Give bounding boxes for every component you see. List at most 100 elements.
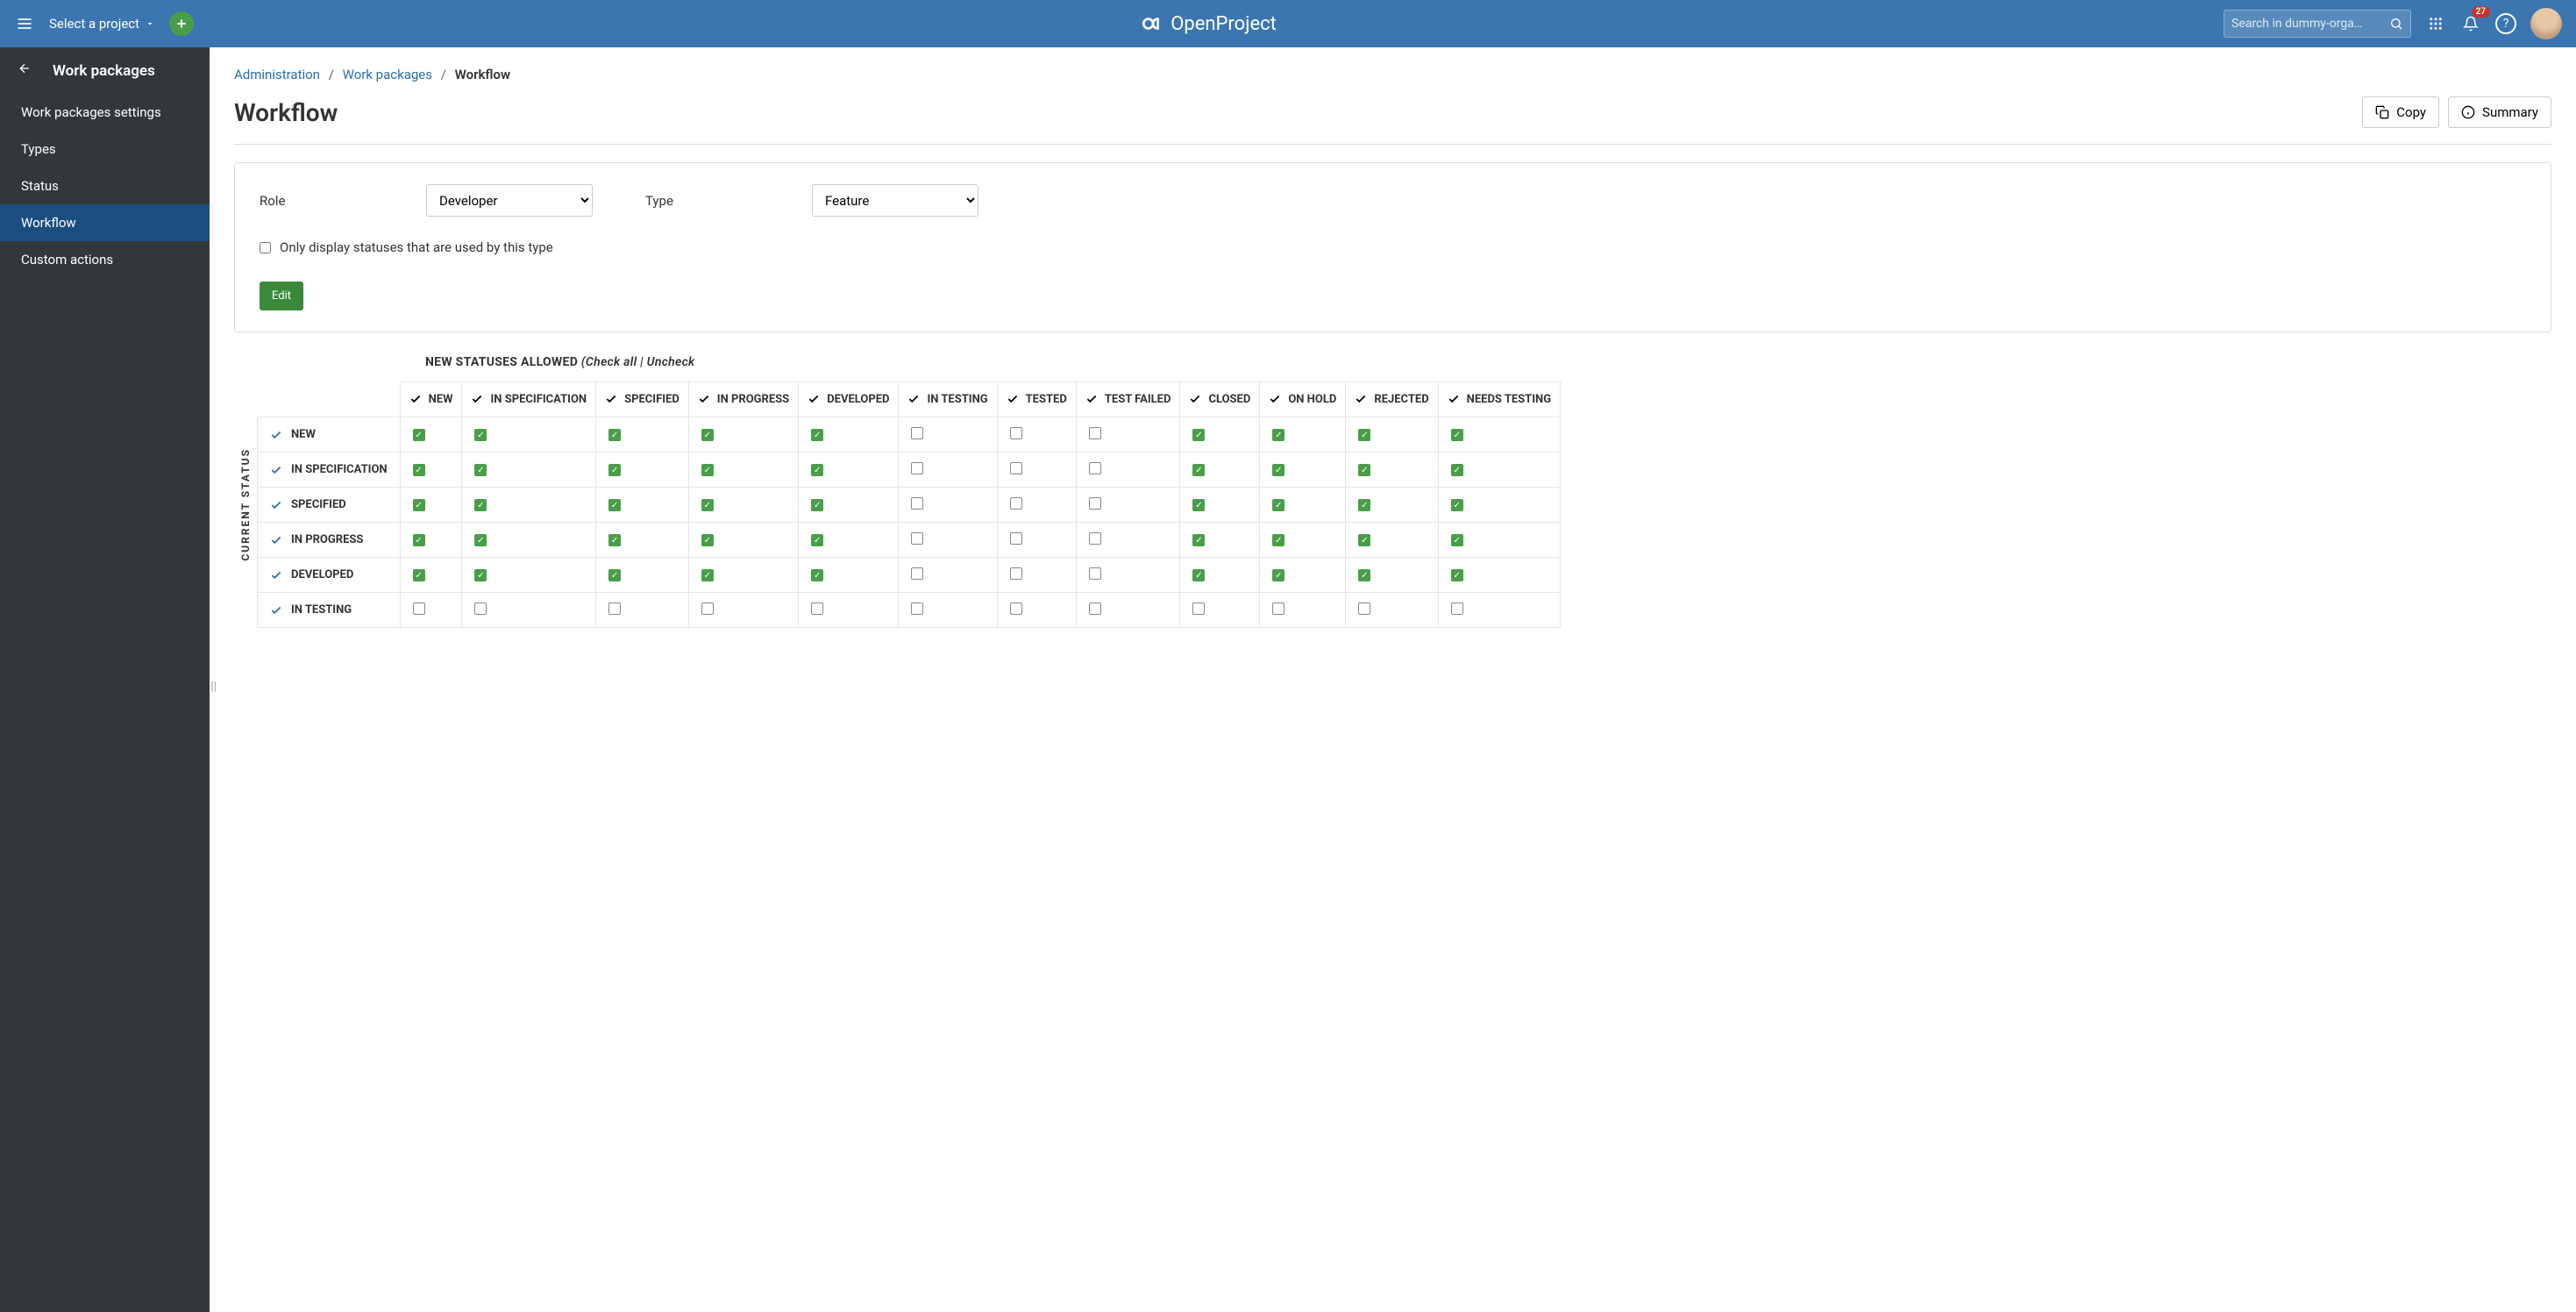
status-checkbox[interactable]	[1010, 462, 1022, 474]
status-checkbox[interactable]: ✓	[474, 464, 487, 476]
column-header[interactable]: NEW	[400, 382, 462, 417]
status-checkbox[interactable]	[1272, 603, 1284, 615]
sidebar-item[interactable]: Types	[0, 131, 210, 168]
status-checkbox[interactable]: ✓	[701, 499, 714, 511]
status-checkbox[interactable]: ✓	[701, 429, 714, 441]
status-checkbox[interactable]	[701, 603, 714, 615]
status-checkbox[interactable]: ✓	[608, 569, 621, 581]
row-header[interactable]: IN PROGRESS	[258, 523, 401, 558]
row-header[interactable]: IN SPECIFICATION	[258, 453, 401, 488]
status-checkbox[interactable]	[911, 462, 923, 474]
status-checkbox[interactable]	[1010, 603, 1022, 615]
row-header[interactable]: SPECIFIED	[258, 488, 401, 523]
status-checkbox[interactable]: ✓	[1358, 499, 1370, 511]
breadcrumb-administration[interactable]: Administration	[234, 67, 320, 82]
status-checkbox[interactable]: ✓	[1358, 569, 1370, 581]
search-box[interactable]	[2224, 10, 2411, 38]
status-checkbox[interactable]: ✓	[1272, 464, 1284, 476]
status-checkbox[interactable]: ✓	[413, 569, 425, 581]
status-checkbox[interactable]: ✓	[701, 569, 714, 581]
copy-button[interactable]: Copy	[2362, 96, 2439, 128]
status-checkbox[interactable]	[1089, 462, 1101, 474]
status-checkbox[interactable]: ✓	[1192, 569, 1205, 581]
sidebar-item[interactable]: Status	[0, 168, 210, 204]
column-header[interactable]: REJECTED	[1346, 382, 1438, 417]
breadcrumb-work-packages[interactable]: Work packages	[343, 67, 432, 82]
status-checkbox[interactable]: ✓	[811, 499, 823, 511]
status-checkbox[interactable]: ✓	[1451, 499, 1463, 511]
status-checkbox[interactable]	[474, 603, 487, 615]
status-checkbox[interactable]	[608, 603, 621, 615]
status-checkbox[interactable]: ✓	[474, 429, 487, 441]
status-checkbox[interactable]: ✓	[1451, 429, 1463, 441]
only-used-statuses-checkbox[interactable]	[260, 242, 271, 253]
status-checkbox[interactable]: ✓	[413, 499, 425, 511]
row-header[interactable]: DEVELOPED	[258, 558, 401, 593]
status-checkbox[interactable]: ✓	[1192, 534, 1205, 546]
status-checkbox[interactable]: ✓	[701, 464, 714, 476]
status-checkbox[interactable]: ✓	[1272, 499, 1284, 511]
column-header[interactable]: IN PROGRESS	[688, 382, 798, 417]
status-checkbox[interactable]: ✓	[413, 429, 425, 441]
status-checkbox[interactable]: ✓	[1192, 464, 1205, 476]
status-checkbox[interactable]: ✓	[474, 534, 487, 546]
avatar[interactable]	[2530, 8, 2562, 39]
status-checkbox[interactable]: ✓	[413, 464, 425, 476]
status-checkbox[interactable]	[911, 497, 923, 510]
status-checkbox[interactable]: ✓	[474, 499, 487, 511]
status-checkbox[interactable]: ✓	[1272, 569, 1284, 581]
status-checkbox[interactable]: ✓	[811, 534, 823, 546]
edit-button[interactable]: Edit	[260, 282, 303, 310]
column-header[interactable]: IN SPECIFICATION	[462, 382, 596, 417]
status-checkbox[interactable]: ✓	[608, 534, 621, 546]
column-header[interactable]: ON HOLD	[1260, 382, 1346, 417]
status-checkbox[interactable]: ✓	[608, 429, 621, 441]
status-checkbox[interactable]	[811, 603, 823, 615]
status-checkbox[interactable]	[1010, 497, 1022, 510]
status-checkbox[interactable]: ✓	[811, 569, 823, 581]
search-input[interactable]	[2231, 17, 2389, 31]
sidebar-back-button[interactable]	[18, 61, 32, 80]
hamburger-icon[interactable]	[14, 13, 35, 34]
summary-button[interactable]: Summary	[2448, 96, 2551, 128]
help-button[interactable]: ?	[2495, 13, 2516, 34]
type-select[interactable]: Feature	[812, 184, 978, 217]
status-checkbox[interactable]	[911, 532, 923, 545]
status-checkbox[interactable]	[911, 567, 923, 580]
row-header[interactable]: NEW	[258, 417, 401, 453]
status-checkbox[interactable]: ✓	[701, 534, 714, 546]
status-checkbox[interactable]: ✓	[1358, 534, 1370, 546]
column-header[interactable]: TESTED	[997, 382, 1076, 417]
status-checkbox[interactable]	[1010, 532, 1022, 545]
status-checkbox[interactable]	[1089, 497, 1101, 510]
sidebar-item[interactable]: Work packages settings	[0, 94, 210, 131]
status-checkbox[interactable]	[1089, 532, 1101, 545]
status-checkbox[interactable]	[1010, 427, 1022, 439]
status-checkbox[interactable]	[911, 603, 923, 615]
status-checkbox[interactable]	[1010, 567, 1022, 580]
sidebar-item[interactable]: Workflow	[0, 204, 210, 241]
status-checkbox[interactable]: ✓	[608, 499, 621, 511]
column-header[interactable]: IN TESTING	[899, 382, 997, 417]
status-checkbox[interactable]: ✓	[1451, 534, 1463, 546]
status-checkbox[interactable]	[1192, 603, 1205, 615]
status-checkbox[interactable]	[911, 427, 923, 439]
column-header[interactable]: CLOSED	[1180, 382, 1260, 417]
column-header[interactable]: DEVELOPED	[799, 382, 899, 417]
role-select[interactable]: Developer	[426, 184, 593, 217]
notifications-button[interactable]: 27	[2460, 13, 2481, 34]
status-checkbox[interactable]	[1451, 603, 1463, 615]
add-button[interactable]	[169, 11, 194, 36]
project-selector[interactable]: Select a project	[49, 16, 155, 32]
status-checkbox[interactable]: ✓	[608, 464, 621, 476]
status-checkbox[interactable]	[1089, 567, 1101, 580]
status-checkbox[interactable]	[1358, 603, 1370, 615]
status-checkbox[interactable]: ✓	[1272, 429, 1284, 441]
sidebar-collapse-handle[interactable]: ||	[210, 680, 217, 694]
status-checkbox[interactable]: ✓	[413, 534, 425, 546]
status-checkbox[interactable]: ✓	[1358, 429, 1370, 441]
status-checkbox[interactable]: ✓	[474, 569, 487, 581]
status-checkbox[interactable]: ✓	[1451, 464, 1463, 476]
status-checkbox[interactable]	[413, 603, 425, 615]
sidebar-item[interactable]: Custom actions	[0, 241, 210, 278]
